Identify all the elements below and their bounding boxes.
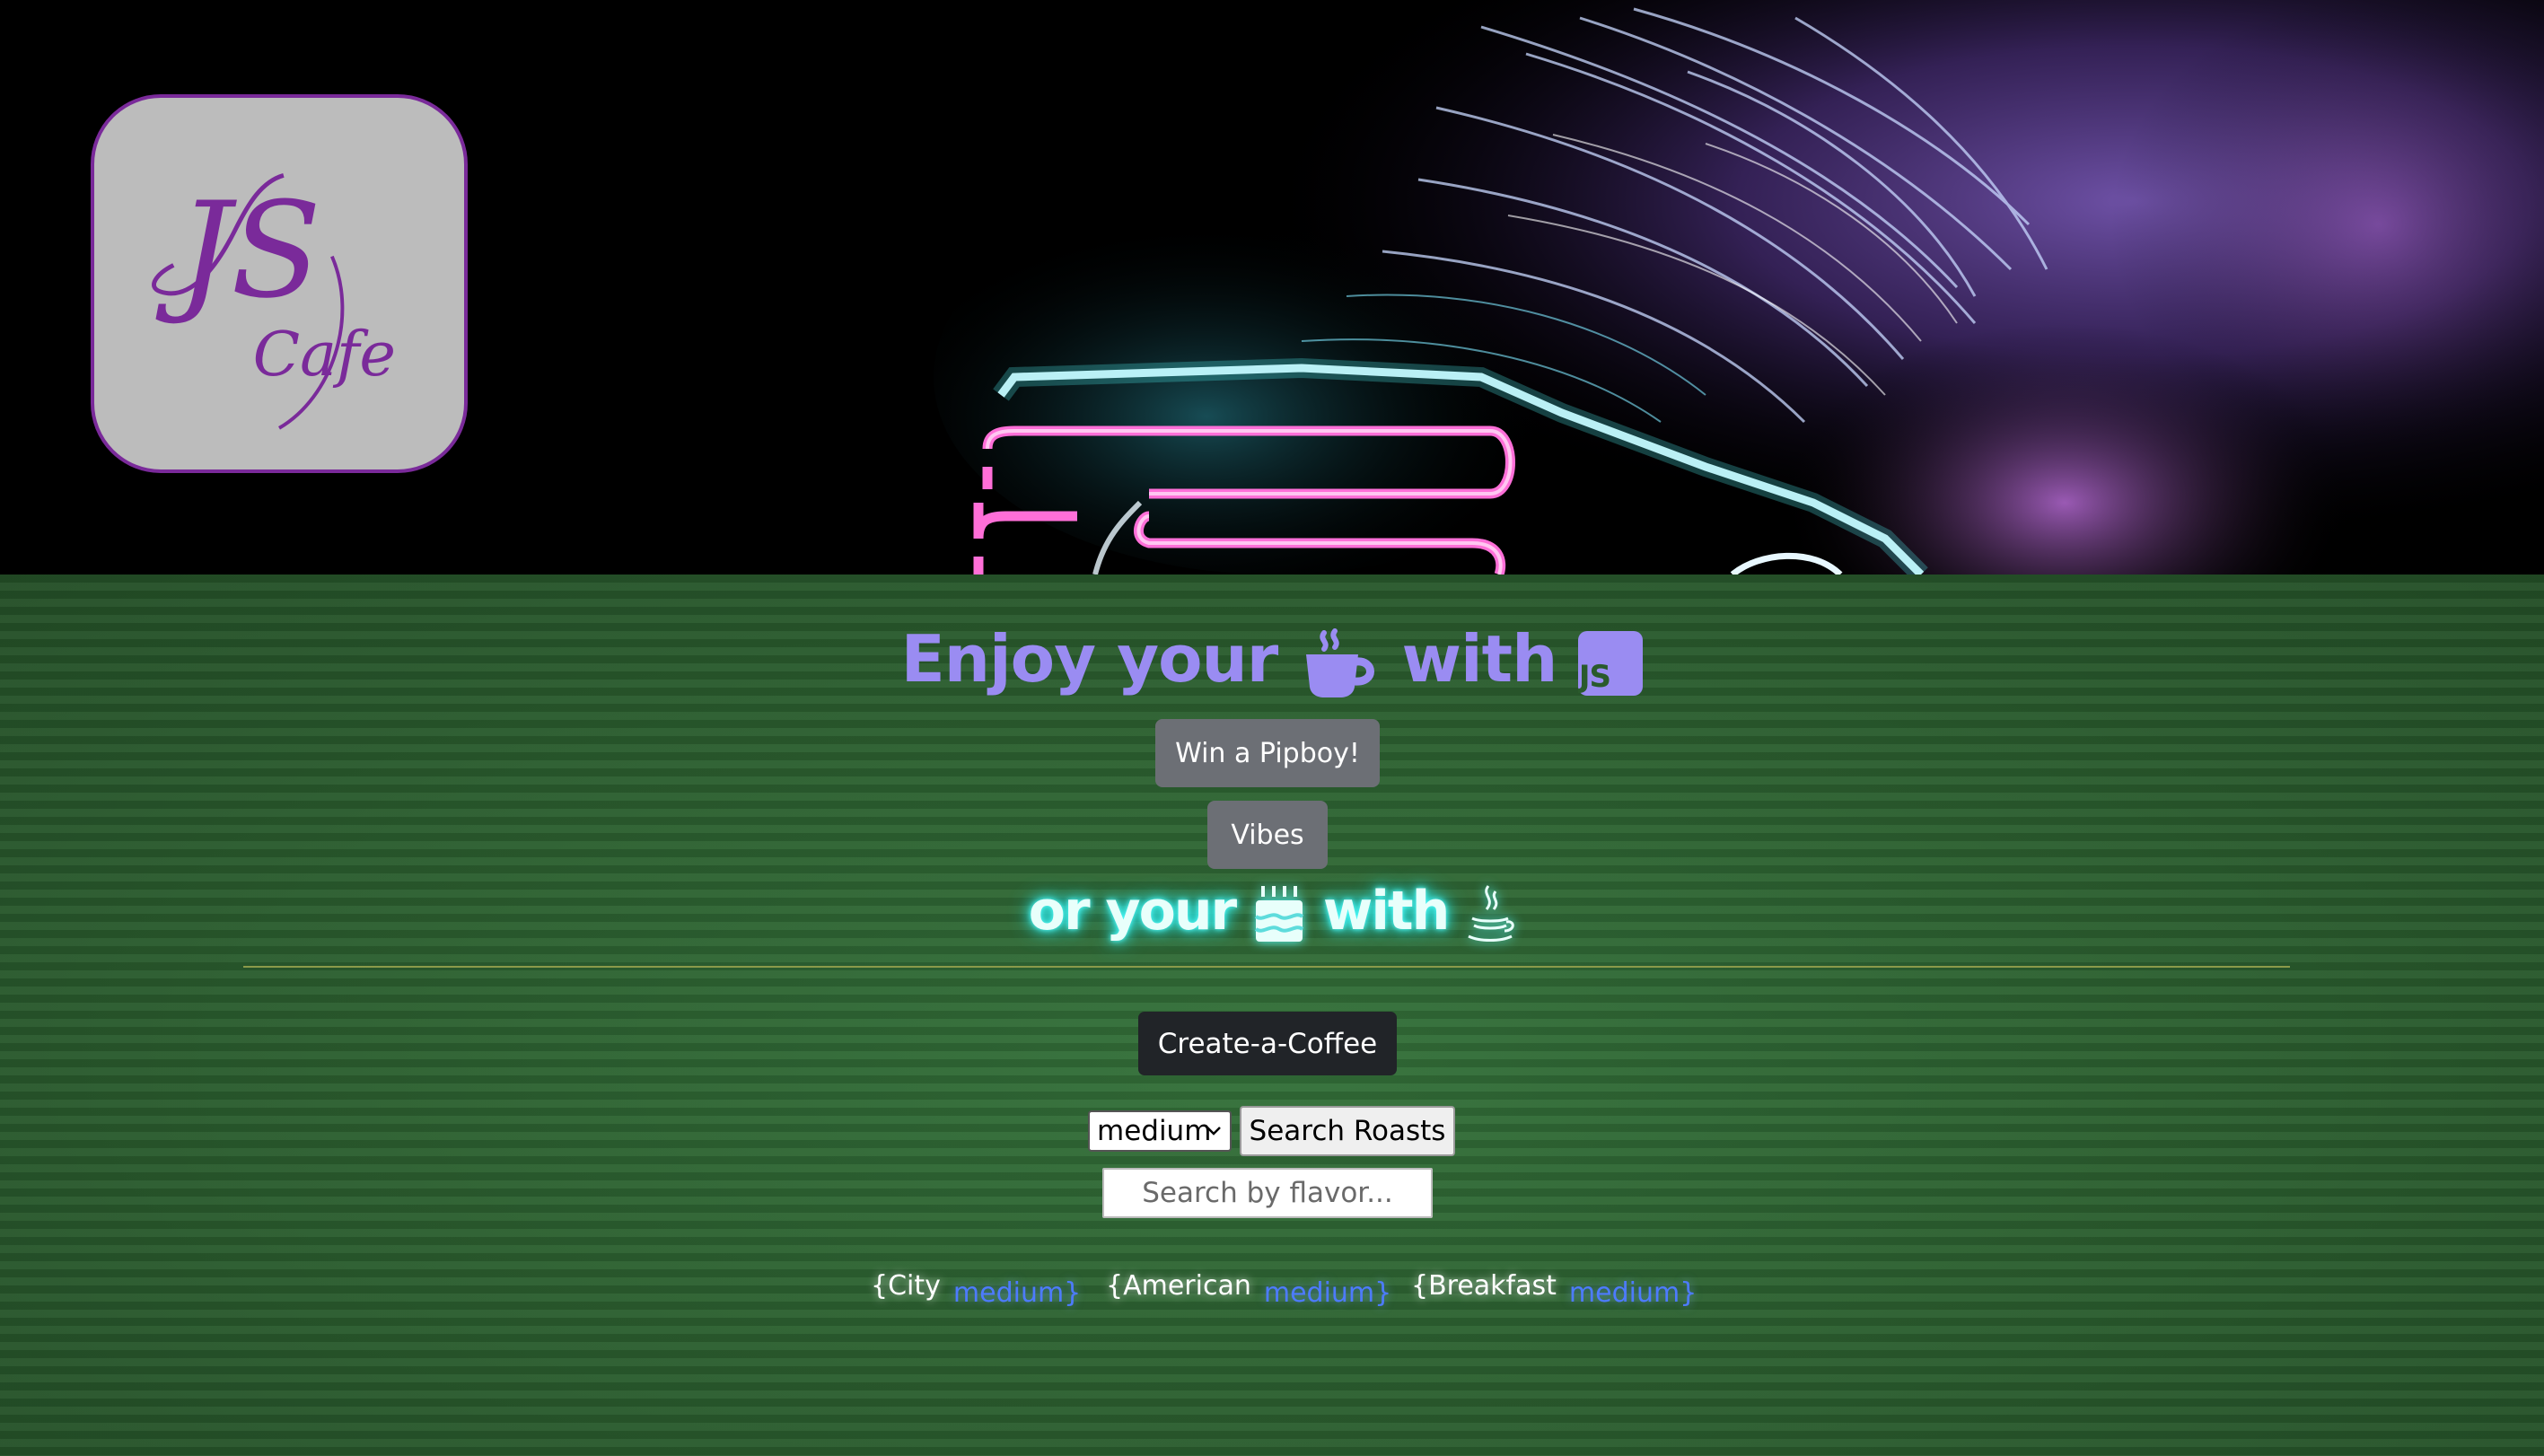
win-pipboy-button[interactable]: Win a Pipboy!: [1155, 719, 1380, 787]
coffee-item: {American medium}: [1106, 1270, 1391, 1324]
roast-select-value: medium: [1097, 1115, 1212, 1147]
flavor-search-input[interactable]: [1102, 1168, 1433, 1218]
headline-part1: Enjoy your: [900, 621, 1279, 697]
header-banner: JS Cafe: [0, 0, 2544, 575]
logo-js-text: JS: [155, 173, 321, 328]
coffee-item: {City medium}: [871, 1270, 1081, 1324]
vibes-button[interactable]: Vibes: [1207, 801, 1328, 869]
coffee-cup-icon: [1306, 628, 1375, 698]
coffee-roast: medium}: [952, 1277, 1082, 1309]
subline-part2: with: [1322, 880, 1450, 943]
headline-part2: with: [1401, 621, 1557, 697]
coffee-item: {Breakfast medium}: [1411, 1270, 1697, 1324]
coffee-roast: medium}: [1568, 1277, 1697, 1309]
create-coffee-button[interactable]: Create-a-Coffee: [1138, 1012, 1397, 1075]
coffee-roast: medium}: [1263, 1277, 1392, 1309]
subline-part1: or your: [1028, 880, 1237, 943]
cake-icon: [1254, 886, 1304, 943]
js-badge-text: JS: [1578, 659, 1610, 695]
section-divider: [243, 966, 2290, 968]
js-cafe-logo[interactable]: JS Cafe: [91, 94, 468, 473]
page-subline: or your with: [0, 880, 2544, 945]
page-headline: Enjoy your with JS: [0, 621, 2544, 699]
coffee-name: {Breakfast: [1411, 1270, 1557, 1302]
js-badge-icon: JS: [1578, 631, 1644, 697]
main-content: Enjoy your with JS Win a Pipboy! Vibes o…: [0, 575, 2544, 1456]
search-roasts-button[interactable]: Search Roasts: [1240, 1106, 1455, 1156]
roast-select[interactable]: medium: [1088, 1110, 1232, 1152]
java-cup-icon: [1468, 885, 1514, 943]
coffee-name: {American: [1106, 1270, 1251, 1302]
coffee-name: {City: [871, 1270, 941, 1302]
chevron-down-icon: [1206, 1127, 1221, 1136]
